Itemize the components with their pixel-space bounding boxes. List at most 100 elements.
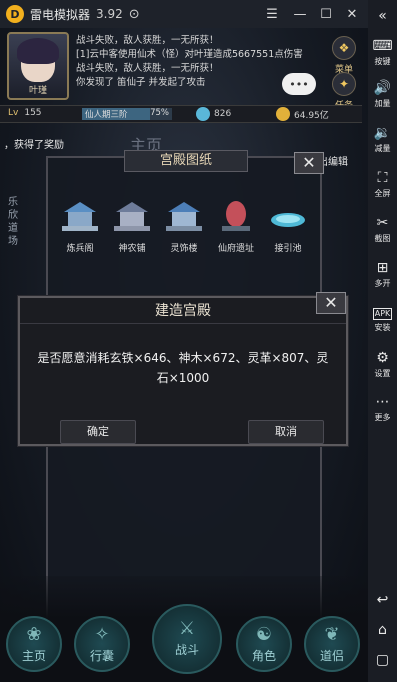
minimize-button[interactable]: —	[290, 4, 310, 24]
sidebar-label: 更多	[374, 413, 391, 422]
sidebar-label: 截图	[374, 234, 391, 243]
android-home-button[interactable]: ⌂	[368, 622, 397, 638]
player-avatar[interactable]: 叶瑾	[7, 32, 69, 100]
collapse-sidebar-button[interactable]: «	[368, 8, 397, 24]
pool-icon	[271, 213, 305, 227]
game-screen: 叶瑾 战斗失败，敌人获胜，一无所获！ [1]云中客使用仙术（怪）对叶瑾造成566…	[0, 28, 368, 682]
chat-bubble-button[interactable]: •••	[282, 73, 316, 95]
player-level: Lv 155	[8, 108, 42, 118]
building-label: 接引池	[274, 244, 302, 254]
multi-window-icon: ⊞	[376, 260, 389, 276]
sidebar-volume-down-button[interactable]: 🔉 减量	[368, 125, 397, 154]
keyboard-icon: ⌨	[372, 38, 393, 54]
recents-icon: ▢	[375, 652, 390, 668]
dialog-title: 建造宫殿	[20, 298, 346, 324]
close-dialog-button[interactable]: ✕	[316, 292, 346, 314]
nav-label: 道侣	[319, 649, 344, 663]
spirit-stone-icon	[196, 107, 210, 121]
avatar-hair	[17, 38, 59, 64]
nav-label: 行囊	[89, 649, 114, 663]
home-icon: ⌂	[378, 622, 387, 638]
nav-companion[interactable]: ❦ 道侣	[304, 616, 360, 672]
fullscreen-icon: ⛶	[377, 170, 388, 186]
yin-yang-icon: ☯	[255, 624, 273, 645]
volume-up-icon: 🔊	[373, 80, 392, 96]
volume-down-icon: 🔉	[373, 125, 392, 141]
building-item[interactable]: 仙府遗址	[208, 198, 264, 254]
sidebar-label: 减量	[374, 144, 391, 153]
side-tab-label[interactable]: 乐欣道场	[8, 196, 22, 248]
android-back-button[interactable]: ↩	[368, 592, 397, 608]
sidebar-settings-button[interactable]: ⚙ 设置	[368, 350, 397, 379]
emulator-window: D 雷电模拟器 3.92 ⊙ ☰ — ☐ ✕ « ⌨ 按键 🔊 加量 🔉 减量 …	[0, 0, 397, 682]
reward-notice: ，获得了奖励	[4, 140, 64, 151]
realm-percent: 75%	[150, 108, 169, 118]
bag-icon: ✧	[94, 624, 110, 645]
sidebar-screenshot-button[interactable]: ✂ 截图	[368, 215, 397, 244]
dialog-message: 是否愿意消耗玄铁×646、神木×672、灵革×807、灵石×1000	[37, 351, 329, 385]
sidebar-volume-up-button[interactable]: 🔊 加量	[368, 80, 397, 109]
emulator-sidebar: « ⌨ 按键 🔊 加量 🔉 减量 ⛶ 全屏 ✂ 截图 ⊞ 多开 APK 安装 ⚙…	[368, 0, 397, 682]
gold-coin-icon	[276, 107, 290, 121]
nav-home[interactable]: ❀ 主页	[6, 616, 62, 672]
sidebar-fullscreen-button[interactable]: ⛶ 全屏	[368, 170, 397, 199]
emulator-logo-icon: D	[6, 5, 24, 23]
spirit-stone-currency: 826	[196, 107, 231, 121]
nav-battle[interactable]: ⚔ 战斗	[152, 604, 222, 674]
sidebar-label: 设置	[374, 369, 391, 378]
building-label: 炼兵阁	[66, 244, 94, 254]
cancel-button[interactable]: 取消	[248, 420, 324, 444]
pavilion-icon	[62, 202, 98, 231]
gold-amount: 64.95亿	[294, 110, 329, 121]
realm-name: 仙人期三阶	[85, 110, 128, 120]
sidebar-label: 多开	[374, 279, 391, 288]
confirm-button[interactable]: 确定	[60, 420, 136, 444]
building-item[interactable]: 接引池	[260, 198, 316, 254]
nav-label: 主页	[21, 649, 46, 663]
ruins-icon	[222, 201, 250, 231]
build-palace-dialog: 建造宫殿 ✕ 是否愿意消耗玄铁×646、神木×672、灵革×807、灵石×100…	[18, 292, 348, 446]
gamepad-icon[interactable]: ⊙	[129, 7, 140, 22]
maximize-button[interactable]: ☐	[316, 4, 336, 24]
sidebar-label: 按键	[374, 57, 391, 66]
blueprint-panel-title: 宫殿图纸	[124, 150, 248, 172]
flower-icon: ❀	[26, 624, 42, 645]
sidebar-install-apk-button[interactable]: APK 安装	[368, 306, 397, 333]
sidebar-label: 安装	[374, 323, 391, 332]
android-recents-button[interactable]: ▢	[368, 652, 397, 668]
log-line: [1]云中客使用仙术（怪）对叶瑾造成5667551点伤害	[76, 49, 303, 60]
back-arrow-icon: ↩	[376, 592, 389, 608]
emulator-version: 3.92	[96, 7, 123, 21]
sidebar-keymap-button[interactable]: ⌨ 按键	[368, 38, 397, 67]
apk-icon: APK	[372, 308, 393, 320]
menu-button[interactable]: ❖ 菜单	[330, 36, 358, 75]
level-label: Lv	[8, 108, 19, 118]
bottom-navigation: ❀ 主页 ✧ 行囊 ⚔ 战斗 ☯ 角色 ❦ 道侣	[0, 576, 368, 682]
level-value: 155	[24, 108, 42, 118]
sidebar-multi-instance-button[interactable]: ⊞ 多开	[368, 260, 397, 289]
leaf-icon: ❦	[324, 624, 340, 645]
swords-icon: ⚔	[178, 618, 196, 639]
close-window-button[interactable]: ✕	[342, 4, 362, 24]
building-item[interactable]: 炼兵阁	[52, 198, 108, 254]
building-label: 灵饰楼	[170, 244, 198, 254]
nav-label: 角色	[251, 649, 276, 663]
pavilion-icon	[114, 202, 150, 231]
emulator-app-name: 雷电模拟器	[30, 7, 91, 22]
menu-icon[interactable]: ☰	[262, 4, 282, 24]
realm-progress-bar: 仙人期三阶 75%	[82, 108, 172, 120]
building-label: 神农铺	[118, 244, 146, 254]
nav-character[interactable]: ☯ 角色	[236, 616, 292, 672]
double-chevron-left-icon: «	[378, 8, 387, 24]
sidebar-more-button[interactable]: ⋯ 更多	[368, 394, 397, 423]
gear-icon: ⚙	[376, 350, 389, 366]
nav-label: 战斗	[174, 643, 199, 657]
more-dots-icon: ⋯	[375, 394, 390, 410]
building-item[interactable]: 神农铺	[104, 198, 160, 254]
log-line: 战斗失败，敌人获胜，一无所获！	[76, 35, 219, 46]
building-item[interactable]: 灵饰楼	[156, 198, 212, 254]
sidebar-label: 加量	[374, 99, 391, 108]
nav-inventory[interactable]: ✧ 行囊	[74, 616, 130, 672]
close-blueprint-button[interactable]: ✕	[294, 152, 324, 174]
scissors-icon: ✂	[376, 215, 389, 231]
